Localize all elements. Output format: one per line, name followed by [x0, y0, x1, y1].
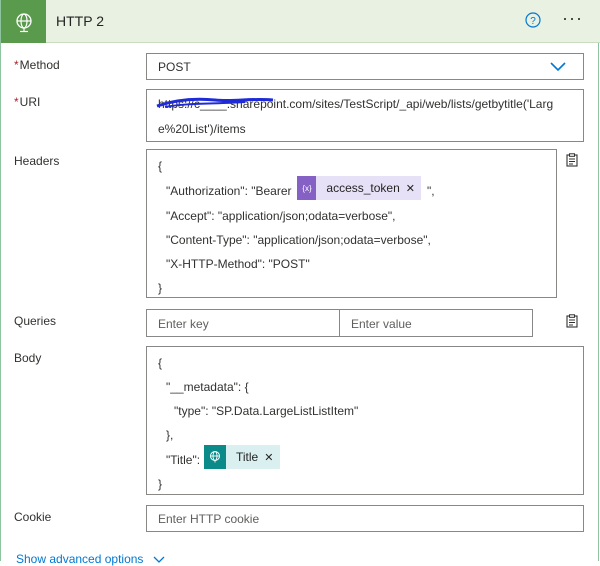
- access-token-chip[interactable]: {x} access_token ✕: [297, 176, 421, 200]
- headers-x-http-method: "X-HTTP-Method": "POST": [166, 257, 310, 271]
- body-editor[interactable]: { "__metadata": { "type": "SP.Data.Large…: [146, 346, 584, 495]
- headers-authorization-suffix: ",: [427, 184, 435, 198]
- globe-icon: [204, 445, 226, 469]
- body-open-brace: {: [158, 356, 163, 370]
- method-select[interactable]: POST: [146, 53, 584, 80]
- body-close-brace: }: [158, 477, 163, 491]
- clipboard-icon[interactable]: [565, 153, 579, 167]
- body-metadata-close: },: [166, 428, 174, 442]
- uri-label: *URI: [14, 95, 41, 109]
- more-icon[interactable]: ···: [562, 8, 583, 29]
- svg-text:?: ?: [530, 16, 536, 27]
- headers-label: Headers: [14, 154, 60, 168]
- headers-close-brace: }: [158, 281, 163, 295]
- chevron-down-icon: [550, 62, 566, 72]
- headers-open-brace: {: [158, 159, 163, 173]
- http-action-card: HTTP 2 ? ··· *Method POST *URI https://c…: [0, 0, 600, 566]
- help-icon[interactable]: ?: [525, 12, 541, 28]
- query-key-input[interactable]: Enter key: [146, 309, 340, 337]
- cookie-placeholder: Enter HTTP cookie: [158, 512, 260, 526]
- title-chip[interactable]: Title ✕: [204, 445, 280, 469]
- query-value-input[interactable]: Enter value: [339, 309, 533, 337]
- method-label: *Method: [14, 58, 60, 72]
- body-label: Body: [14, 351, 42, 365]
- show-advanced-options-link[interactable]: Show advanced options: [16, 552, 165, 566]
- headers-content-type: "Content-Type": "application/json;odata=…: [166, 233, 431, 247]
- query-value-placeholder: Enter value: [351, 317, 412, 331]
- redaction-scribble: [156, 97, 274, 108]
- query-key-placeholder: Enter key: [158, 317, 209, 331]
- close-icon[interactable]: ✕: [406, 182, 421, 195]
- method-value: POST: [158, 60, 191, 74]
- svg-text:{x}: {x}: [302, 184, 312, 193]
- uri-line-2: e%20List')/items: [158, 122, 246, 136]
- close-icon[interactable]: ✕: [264, 451, 279, 464]
- globe-icon: [1, 0, 46, 43]
- chevron-down-icon: [153, 556, 165, 563]
- card-header[interactable]: HTTP 2 ? ···: [1, 0, 600, 43]
- title-chip-label: Title: [236, 450, 259, 464]
- uri-input[interactable]: https://c____.sharepoint.com/sites/TestS…: [146, 89, 584, 142]
- clipboard-icon[interactable]: [565, 314, 579, 328]
- queries-label: Queries: [14, 314, 57, 328]
- cookie-label: Cookie: [14, 510, 52, 524]
- variable-icon: {x}: [297, 176, 317, 200]
- headers-editor[interactable]: { "Authorization": "Bearer {x} access_to…: [146, 149, 557, 298]
- headers-accept: "Accept": "application/json;odata=verbos…: [166, 209, 396, 223]
- body-title-prefix: "Title":: [166, 453, 201, 467]
- body-type-line: "type": "SP.Data.LargeListListItem": [174, 404, 359, 418]
- access-token-label: access_token: [326, 181, 400, 195]
- cookie-input[interactable]: Enter HTTP cookie: [146, 505, 584, 532]
- headers-authorization-prefix: "Authorization": "Bearer: [166, 184, 292, 198]
- action-title[interactable]: HTTP 2: [56, 13, 104, 29]
- body-metadata: "__metadata": {: [166, 380, 249, 394]
